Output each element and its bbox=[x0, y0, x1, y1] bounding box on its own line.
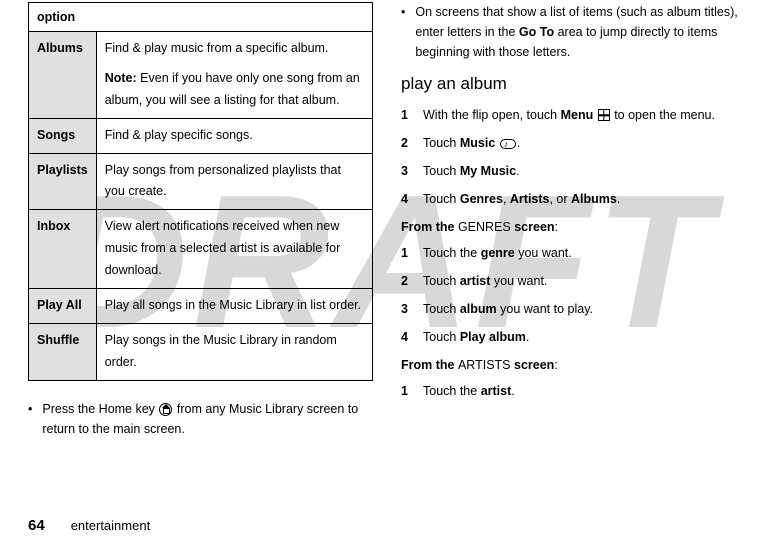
step-b4: Touch Play album. bbox=[423, 327, 529, 347]
sb1-post: you want. bbox=[515, 246, 572, 260]
from-artists-heading: From the ARTISTS screen: bbox=[401, 355, 746, 375]
step-a4-b3: Albums bbox=[571, 192, 617, 206]
steps-main: 1With the flip open, touch Menu to open … bbox=[401, 105, 746, 209]
row-albums-desc: Find & play music from a specific album.… bbox=[96, 32, 372, 119]
step-a4-b1: Genres bbox=[460, 192, 503, 206]
sb4-pre: Touch bbox=[423, 330, 460, 344]
fg-colon: : bbox=[555, 220, 558, 234]
right-bullet-bold: Go To bbox=[519, 25, 554, 39]
step-a3-post: . bbox=[516, 164, 519, 178]
options-table: option Albums Find & play music from a s… bbox=[28, 2, 373, 381]
steps-genres: 1Touch the genre you want. 2Touch artist… bbox=[401, 243, 746, 347]
row-inbox-desc: View alert notifications received when n… bbox=[96, 210, 372, 289]
music-icon bbox=[500, 139, 516, 149]
from-genres-heading: From the GENRES screen: bbox=[401, 217, 746, 237]
sb4-post: . bbox=[526, 330, 529, 344]
step-a4-post: . bbox=[617, 192, 620, 206]
page-footer: 64 entertainment bbox=[28, 514, 150, 538]
step-a1-pre: With the flip open, touch bbox=[423, 108, 561, 122]
sb3-pre: Touch bbox=[423, 302, 460, 316]
fa-pre: From the bbox=[401, 358, 458, 372]
sb4-b: Play album bbox=[460, 330, 526, 344]
row-albums-label: Albums bbox=[29, 32, 97, 119]
row-inbox-label: Inbox bbox=[29, 210, 97, 289]
row-albums-desc-text: Find & play music from a specific album. bbox=[105, 41, 329, 55]
fg-post: screen bbox=[511, 220, 555, 234]
step-a2: Touch Music . bbox=[423, 133, 520, 153]
row-playall-label: Play All bbox=[29, 288, 97, 323]
sb1-b: genre bbox=[481, 246, 515, 260]
sb2-post: you want. bbox=[490, 274, 547, 288]
step-a4-pre: Touch bbox=[423, 192, 460, 206]
step-a4-m2: , or bbox=[549, 192, 571, 206]
step-a4-b2: Artists bbox=[510, 192, 550, 206]
footer-section: entertainment bbox=[71, 518, 151, 533]
right-bullet-list: On screens that show a list of items (su… bbox=[401, 2, 746, 62]
home-icon bbox=[159, 403, 172, 416]
sc1-post: . bbox=[511, 384, 514, 398]
step-a3-pre: Touch bbox=[423, 164, 460, 178]
row-albums-note-prefix: Note: bbox=[105, 71, 137, 85]
sb3-b: album bbox=[460, 302, 497, 316]
row-playlists-label: Playlists bbox=[29, 153, 97, 210]
step-c1: Touch the artist. bbox=[423, 381, 515, 401]
row-playall-desc: Play all songs in the Music Library in l… bbox=[96, 288, 372, 323]
fg-pre: From the bbox=[401, 220, 458, 234]
sc1-b: artist bbox=[481, 384, 512, 398]
row-songs-label: Songs bbox=[29, 118, 97, 153]
row-albums-note: Even if you have only one song from an a… bbox=[105, 71, 360, 107]
fa-post: screen bbox=[511, 358, 555, 372]
row-shuffle-desc: Play songs in the Music Library in rando… bbox=[96, 323, 372, 380]
step-a2-post: . bbox=[517, 136, 520, 150]
row-playlists-desc: Play songs from personalized playlists t… bbox=[96, 153, 372, 210]
step-a3-b: My Music bbox=[460, 164, 516, 178]
left-bullet-list: Press the Home key from any Music Librar… bbox=[28, 399, 373, 439]
step-a1-b: Menu bbox=[561, 108, 594, 122]
step-b3: Touch album you want to play. bbox=[423, 299, 593, 319]
step-a2-pre: Touch bbox=[423, 136, 460, 150]
step-a3: Touch My Music. bbox=[423, 161, 520, 181]
left-bullet-pre: Press the Home key bbox=[42, 402, 158, 416]
sb2-pre: Touch bbox=[423, 274, 460, 288]
section-heading: play an album bbox=[401, 70, 746, 97]
step-b1: Touch the genre you want. bbox=[423, 243, 572, 263]
step-b2: Touch artist you want. bbox=[423, 271, 547, 291]
steps-artists: 1Touch the artist. bbox=[401, 381, 746, 401]
sc1-pre: Touch the bbox=[423, 384, 481, 398]
page-number: 64 bbox=[28, 517, 45, 534]
step-a1-post: to open the menu. bbox=[611, 108, 715, 122]
fg-b: GENRES bbox=[458, 220, 511, 234]
right-bullet-item: On screens that show a list of items (su… bbox=[401, 2, 746, 62]
left-bullet-item: Press the Home key from any Music Librar… bbox=[28, 399, 373, 439]
sb2-b: artist bbox=[460, 274, 491, 288]
sb1-pre: Touch the bbox=[423, 246, 481, 260]
fa-colon: : bbox=[554, 358, 557, 372]
left-column: option Albums Find & play music from a s… bbox=[28, 2, 373, 439]
row-songs-desc: Find & play specific songs. bbox=[96, 118, 372, 153]
fa-b: ARTISTS bbox=[458, 358, 511, 372]
step-a2-b: Music bbox=[460, 136, 495, 150]
step-a4-m1: , bbox=[503, 192, 510, 206]
table-header: option bbox=[29, 3, 373, 32]
sb3-post: you want to play. bbox=[497, 302, 593, 316]
step-a1: With the flip open, touch Menu to open t… bbox=[423, 105, 715, 125]
menu-grid-icon bbox=[598, 109, 610, 121]
step-a4: Touch Genres, Artists, or Albums. bbox=[423, 189, 620, 209]
right-column: On screens that show a list of items (su… bbox=[401, 2, 746, 439]
row-shuffle-label: Shuffle bbox=[29, 323, 97, 380]
